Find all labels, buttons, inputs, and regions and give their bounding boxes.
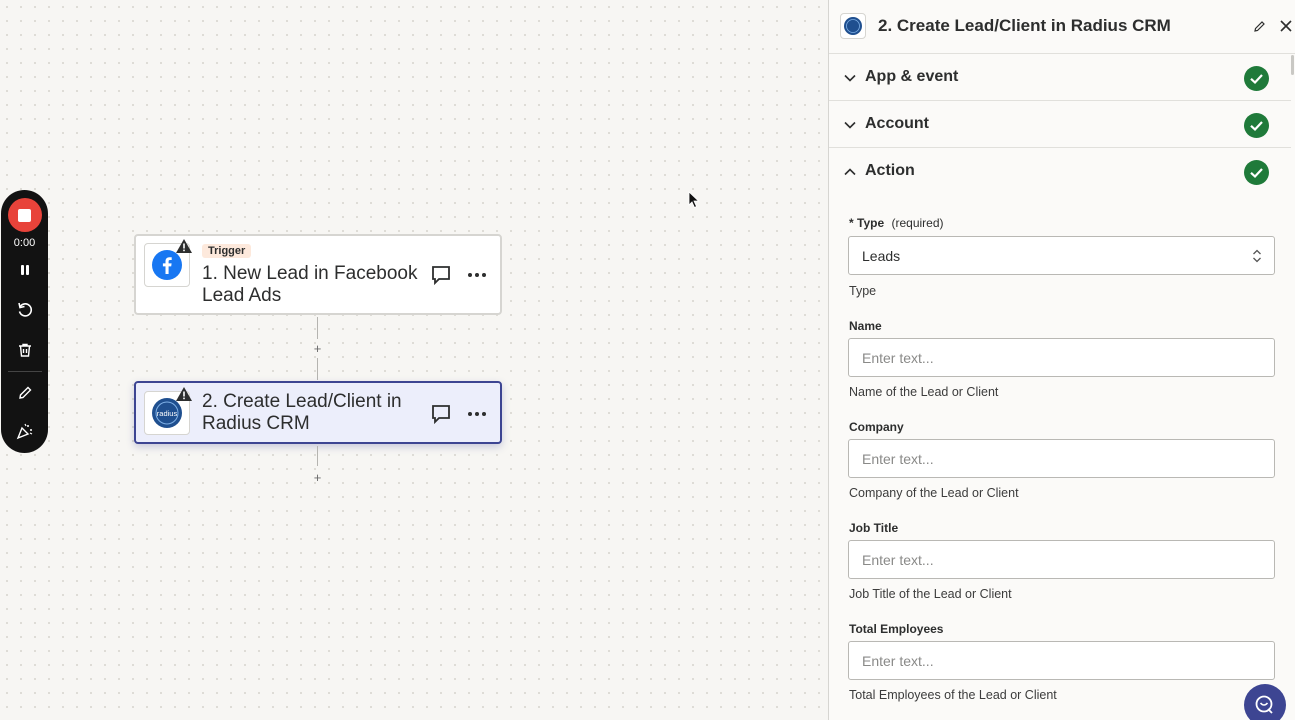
type-help-text: Type	[849, 284, 877, 298]
delete-button[interactable]	[10, 335, 40, 365]
more-options-icon[interactable]	[466, 403, 488, 425]
name-field-label: Name	[849, 319, 882, 333]
trigger-step-title: 1. New Lead in Facebook Lead Ads	[202, 263, 418, 306]
type-field-label: * Type (required)	[849, 216, 944, 230]
job-title-help-text: Job Title of the Lead or Client	[849, 587, 1012, 601]
panel-app-icon-box	[840, 13, 866, 39]
trigger-badge: Trigger	[202, 244, 252, 258]
company-input[interactable]	[848, 439, 1275, 478]
add-step-button[interactable]: +	[311, 342, 324, 355]
panel-title: 2. Create Lead/Client in Radius CRM	[878, 16, 1171, 35]
comment-icon[interactable]	[430, 264, 452, 286]
stop-icon	[18, 208, 31, 222]
edit-icon[interactable]	[1253, 19, 1267, 33]
section-label: App & event	[865, 68, 959, 85]
total-employees-field-label: Total Employees	[849, 622, 944, 636]
radius-logo-text: radius	[157, 409, 178, 418]
effects-button[interactable]	[10, 416, 40, 446]
check-circle-icon	[1244, 160, 1269, 185]
chevron-down-icon	[844, 121, 856, 129]
comment-icon[interactable]	[430, 403, 452, 425]
name-input[interactable]	[848, 338, 1275, 377]
total-employees-help-text: Total Employees of the Lead or Client	[849, 688, 1057, 702]
pause-button[interactable]	[10, 255, 40, 285]
job-title-field-label: Job Title	[849, 521, 899, 535]
trash-icon	[18, 343, 31, 357]
chevron-updown-icon	[1253, 249, 1261, 263]
warning-icon	[176, 239, 192, 253]
required-asterisk: *	[849, 216, 854, 230]
type-label-text: Type	[857, 216, 885, 230]
type-select-value: Leads	[862, 247, 901, 264]
mouse-cursor-icon	[688, 191, 700, 209]
more-options-icon[interactable]	[466, 264, 488, 286]
type-select[interactable]: Leads	[848, 236, 1275, 275]
facebook-icon	[152, 250, 182, 280]
total-employees-input[interactable]	[848, 641, 1275, 680]
action-step-card[interactable]: radius 2. Create Lead/Client in Radius C…	[134, 381, 502, 444]
radius-icon: radius	[152, 398, 182, 428]
pause-icon	[20, 265, 29, 275]
job-title-input[interactable]	[848, 540, 1275, 579]
section-label: Action	[865, 162, 915, 179]
step-editor-panel: 2. Create Lead/Client in Radius CRM App …	[828, 0, 1295, 720]
toolbar-divider	[7, 371, 42, 372]
connector-line	[317, 317, 318, 339]
help-chat-button[interactable]	[1244, 684, 1286, 720]
close-icon[interactable]	[1278, 18, 1294, 34]
check-circle-icon	[1244, 113, 1269, 138]
confetti-icon	[16, 423, 32, 440]
required-text: (required)	[891, 216, 944, 230]
check-circle-icon	[1244, 66, 1269, 91]
panel-scrollbar[interactable]	[1291, 55, 1294, 75]
recording-timer: 0:00	[13, 237, 36, 249]
connector-line	[317, 358, 318, 380]
draw-button[interactable]	[10, 378, 40, 408]
restart-button[interactable]	[10, 295, 40, 325]
radius-icon	[844, 17, 862, 35]
chevron-up-icon	[844, 168, 856, 176]
trigger-step-card[interactable]: Trigger 1. New Lead in Facebook Lead Ads	[134, 234, 502, 315]
pencil-icon	[18, 386, 31, 399]
connector-line	[317, 446, 318, 466]
warning-icon	[176, 387, 192, 401]
stop-recording-button[interactable]	[7, 198, 42, 232]
section-label: Account	[865, 115, 929, 132]
add-step-button[interactable]: +	[311, 471, 324, 484]
chat-support-icon	[1255, 695, 1273, 714]
panel-header: 2. Create Lead/Client in Radius CRM	[829, 0, 1295, 54]
section-account[interactable]: Account	[829, 101, 1291, 148]
chevron-down-icon	[844, 74, 856, 82]
section-action[interactable]: Action	[829, 148, 1291, 195]
company-field-label: Company	[849, 420, 904, 434]
name-help-text: Name of the Lead or Client	[849, 385, 999, 399]
section-app-event[interactable]: App & event	[829, 54, 1291, 101]
company-help-text: Company of the Lead or Client	[849, 486, 1019, 500]
action-step-title: 2. Create Lead/Client in Radius CRM	[202, 391, 402, 434]
screen-recorder-toolbar: 0:00	[1, 190, 48, 453]
restart-icon	[17, 302, 32, 317]
